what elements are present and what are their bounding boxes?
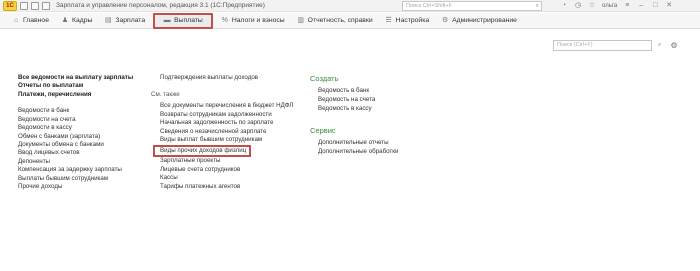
title-bar: 1С Зарплата и управление персоналом, ред…	[0, 0, 700, 12]
section-taxes[interactable]: % Налоги и взносы	[215, 14, 291, 28]
section-search-input[interactable]: Поиск (Ctrl+F)	[553, 40, 652, 51]
see-also-list: Все документы перечисления в бюджет НДФЛ…	[153, 102, 293, 192]
section-settings[interactable]: ☰ Настройка	[379, 14, 435, 28]
section-search-placeholder: Поиск (Ctrl+F)	[557, 42, 593, 48]
section-label: Налоги и взносы	[231, 17, 285, 24]
see-also-heading: См. также	[151, 90, 180, 98]
section-label: Выплаты	[174, 17, 203, 24]
section-label: Администрирование	[452, 17, 517, 24]
star-icon[interactable]: ☆	[588, 2, 596, 10]
search-icon[interactable]: ⌕	[655, 40, 664, 51]
link-initial-salary-debt[interactable]: Начальная задолженность по зарплате	[160, 119, 293, 128]
create-account-statement[interactable]: Ведомость на счета	[318, 95, 398, 104]
link-account-statements[interactable]: Ведомости на счета	[18, 116, 133, 124]
home-icon: ⌂	[13, 17, 19, 24]
link-cash-statements[interactable]: Ведомости в кассу	[18, 124, 133, 132]
window-title: Зарплата и управление персоналом, редакц…	[56, 2, 265, 9]
menu-icon[interactable]	[20, 2, 28, 10]
settings-menu-icon[interactable]: ≡	[623, 2, 631, 10]
link-additional-processing[interactable]: Дополнительные обработки	[318, 147, 398, 156]
document-icon: ▤	[105, 17, 112, 24]
link-other-income-types[interactable]: Виды прочих доходов физлиц	[153, 144, 251, 157]
section-main[interactable]: ⌂ Главное	[6, 14, 55, 28]
section-menu: ⌂ Главное ♟ Кадры ▤ Зарплата ▬ Выплаты % Нало…	[0, 12, 700, 29]
gear-icon: ⚙	[442, 17, 449, 24]
section-label: Отчетность, справки	[307, 17, 373, 24]
section-reports[interactable]: ▥ Отчетность, справки	[291, 14, 379, 28]
link-bank-exchange[interactable]: Обмен с банками (зарплата)	[18, 133, 133, 141]
link-cash-desks[interactable]: Кассы	[160, 174, 293, 183]
create-heading: Создать	[310, 74, 339, 83]
link-transfers[interactable]: Платежи, перечисления	[18, 91, 133, 99]
global-search-placeholder: Поиск Ctrl+Shift+F	[406, 3, 453, 9]
service-heading: Сервис	[310, 125, 336, 135]
section-hr[interactable]: ♟ Кадры	[55, 14, 98, 28]
section-admin[interactable]: ⚙ Администрирование	[435, 14, 523, 28]
title-right-controls: ◔ ◷ ☆ ольга ≡ – □ ✕	[560, 1, 673, 11]
create-cash-statement[interactable]: Ведомость в кассу	[318, 104, 398, 113]
section-label: Кадры	[71, 17, 93, 24]
link-payment-reports[interactable]: Отчеты по выплатам	[18, 82, 133, 90]
link-ndfl-transfer-docs[interactable]: Все документы перечисления в бюджет НДФЛ	[160, 102, 293, 111]
search-icon[interactable]: ⌕	[536, 2, 539, 10]
link-salary-projects[interactable]: Зарплатные проекты	[160, 157, 293, 166]
link-uncredited-salary-info[interactable]: Сведения о незачисленной зарплате	[160, 128, 293, 137]
link-employee-accounts[interactable]: Лицевые счета сотрудников	[160, 166, 293, 175]
section-label: Зарплата	[115, 17, 146, 24]
link-delay-compensation[interactable]: Компенсация за задержку зарплаты	[18, 166, 133, 174]
link-deponents[interactable]: Депоненты	[18, 158, 133, 166]
see-also-column: Подтверждения выплаты доходов См. также …	[151, 74, 293, 192]
more-actions-icon[interactable]: ⚙	[669, 40, 679, 51]
forward-icon[interactable]	[42, 2, 50, 10]
app-logo: 1С	[3, 1, 17, 11]
section-payments[interactable]: ▬ Выплаты	[153, 12, 213, 29]
section-salary[interactable]: ▤ Зарплата	[98, 14, 151, 28]
close-icon[interactable]: ✕	[665, 2, 673, 10]
global-search-input[interactable]: Поиск Ctrl+Shift+F ⌕	[402, 1, 542, 11]
link-other-income[interactable]: Прочие доходы	[18, 183, 133, 191]
create-bank-statement[interactable]: Ведомость в банк	[318, 86, 398, 95]
link-bank-statements[interactable]: Ведомости в банк	[18, 107, 133, 115]
link-income-payment-confirmations[interactable]: Подтверждения выплаты доходов	[160, 74, 293, 83]
link-former-employee-payment-types[interactable]: Виды выплат бывшим сотрудникам	[160, 136, 293, 145]
section-label: Настройка	[395, 17, 430, 24]
back-icon[interactable]	[31, 2, 39, 10]
link-bank-exchange-docs[interactable]: Документы обмена с банками	[18, 141, 133, 149]
section-label: Главное	[23, 17, 49, 24]
bell-icon[interactable]: ◔	[560, 2, 568, 10]
link-former-employee-payments[interactable]: Выплаты бывшим сотрудникам	[18, 175, 133, 183]
payments-column: Все ведомости на выплату зарплаты Отчеты…	[18, 74, 133, 192]
link-personal-accounts-entry[interactable]: Ввод лицевых счетов	[18, 149, 133, 157]
link-all-payroll-statements[interactable]: Все ведомости на выплату зарплаты	[18, 74, 133, 82]
cash-icon: ▬	[163, 17, 171, 24]
link-debt-returns[interactable]: Возвраты сотрудникам задолженности	[160, 111, 293, 120]
link-additional-reports[interactable]: Дополнительные отчеты	[318, 138, 398, 147]
create-service-column: Создать Ведомость в банк Ведомость на сч…	[310, 74, 398, 156]
settings-icon: ☰	[385, 17, 392, 24]
maximize-icon[interactable]: □	[651, 2, 659, 10]
minimize-icon[interactable]: –	[637, 2, 645, 10]
history-icon[interactable]: ◷	[574, 2, 582, 10]
link-payment-agent-rates[interactable]: Тарифы платежных агентов	[160, 183, 293, 192]
user-name[interactable]: ольга	[602, 1, 617, 11]
people-icon: ♟	[61, 17, 69, 24]
report-icon: ▥	[297, 17, 304, 24]
title-toolbar	[20, 2, 50, 10]
percent-icon: %	[221, 17, 228, 24]
